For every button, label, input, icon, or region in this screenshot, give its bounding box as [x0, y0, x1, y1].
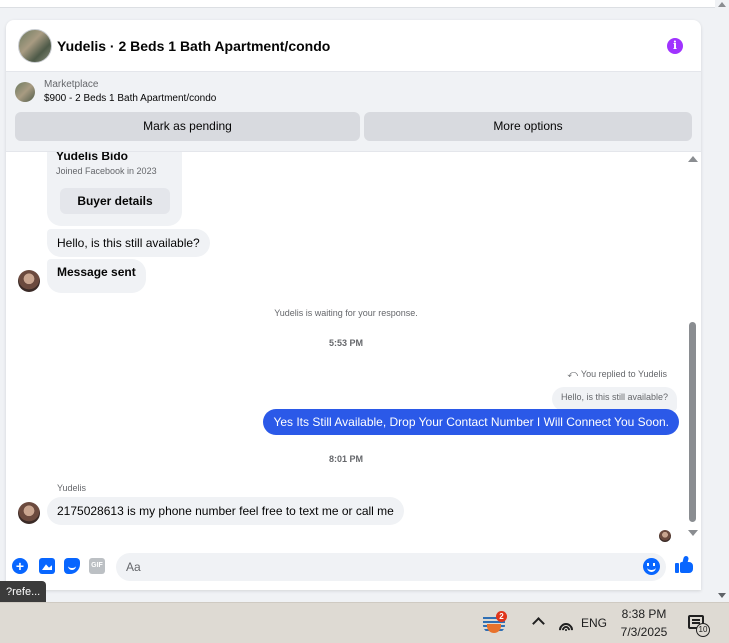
incoming-message[interactable]: 2175028613 is my phone number feel free … [47, 497, 404, 525]
top-strip [0, 0, 715, 8]
message-list: Yudelis Bido Joined Facebook in 2023 Buy… [6, 152, 701, 546]
scroll-down-arrow-icon[interactable] [688, 530, 698, 536]
more-options-button[interactable]: More options [364, 112, 692, 141]
chat-window: Yudelis · 2 Beds 1 Bath Apartment/condo … [6, 20, 701, 590]
listing-panel: Marketplace $900 - 2 Beds 1 Bath Apartme… [6, 72, 701, 152]
listing-avatar[interactable] [18, 29, 52, 63]
buyer-details-button[interactable]: Buyer details [60, 188, 170, 214]
notification-count: 10 [696, 623, 710, 637]
seen-receipt-avatar [659, 530, 671, 542]
message-input-placeholder: Aa [126, 560, 141, 574]
sender-label: Yudelis [57, 483, 87, 493]
buyer-name: Yudelis Bido [56, 152, 129, 163]
plus-icon[interactable]: + [12, 558, 28, 574]
sender-avatar[interactable] [18, 502, 40, 524]
message-input[interactable]: Aa [116, 553, 666, 581]
like-icon-palm [680, 562, 693, 573]
link-tooltip: ?refe... [0, 581, 47, 603]
quoted-message[interactable]: Hello, is this still available? [551, 387, 677, 411]
taskbar-app-icon[interactable]: 2 [483, 611, 507, 635]
waiting-note: Yudelis is waiting for your response. [274, 308, 418, 318]
replied-label: ⤺ You replied to Yudelis [567, 369, 667, 380]
message-scrollbar[interactable] [686, 152, 698, 546]
like-icon[interactable] [675, 555, 695, 575]
buyer-card: Yudelis Bido Joined Facebook in 2023 Buy… [47, 152, 182, 226]
replied-text: You replied to Yudelis [580, 369, 667, 379]
timestamp: 8:01 PM [328, 454, 363, 464]
language-indicator[interactable]: ENG [581, 616, 607, 630]
info-icon[interactable]: i [667, 38, 683, 54]
photo-icon[interactable] [39, 558, 55, 574]
app-badge: 2 [496, 611, 507, 622]
incoming-message[interactable]: Message sent [47, 259, 146, 293]
clock-time[interactable]: 8:38 PM [615, 607, 673, 621]
sticker-icon[interactable] [64, 558, 80, 574]
like-icon-cuff [675, 563, 679, 573]
listing-thumbnail[interactable] [15, 82, 35, 102]
taskbar: 2 ENG 8:38 PM 7/3/2025 10 [0, 602, 729, 643]
timestamp: 5:53 PM [328, 338, 363, 348]
listing-category: Marketplace [44, 79, 99, 90]
wifi-icon[interactable] [557, 615, 575, 633]
scroll-down-arrow-icon[interactable] [718, 593, 726, 598]
notification-icon[interactable]: 10 [688, 615, 710, 637]
composer: + GIF Aa [6, 546, 701, 590]
scroll-up-arrow-icon[interactable] [718, 2, 726, 7]
sender-avatar[interactable] [18, 270, 40, 292]
page-scrollbar[interactable] [715, 0, 729, 602]
emoji-icon[interactable] [643, 558, 660, 575]
scrollbar-thumb[interactable] [689, 322, 696, 522]
listing-actions: Mark as pending More options [15, 112, 692, 141]
clock-date[interactable]: 7/3/2025 [615, 625, 673, 639]
reply-arrow-icon: ⤺ [567, 369, 578, 380]
chat-header: Yudelis · 2 Beds 1 Bath Apartment/condo … [6, 20, 701, 72]
gif-icon[interactable]: GIF [89, 558, 105, 574]
incoming-message[interactable]: Hello, is this still available? [47, 229, 210, 257]
buyer-joined: Joined Facebook in 2023 [56, 166, 157, 176]
mark-as-pending-button[interactable]: Mark as pending [15, 112, 360, 141]
chevron-up-icon[interactable] [532, 617, 545, 630]
outgoing-message[interactable]: Yes Its Still Available, Drop Your Conta… [263, 409, 679, 435]
listing-price-title[interactable]: $900 - 2 Beds 1 Bath Apartment/condo [44, 93, 216, 104]
conversation-title[interactable]: Yudelis · 2 Beds 1 Bath Apartment/condo [57, 38, 330, 54]
scroll-up-arrow-icon[interactable] [688, 156, 698, 162]
